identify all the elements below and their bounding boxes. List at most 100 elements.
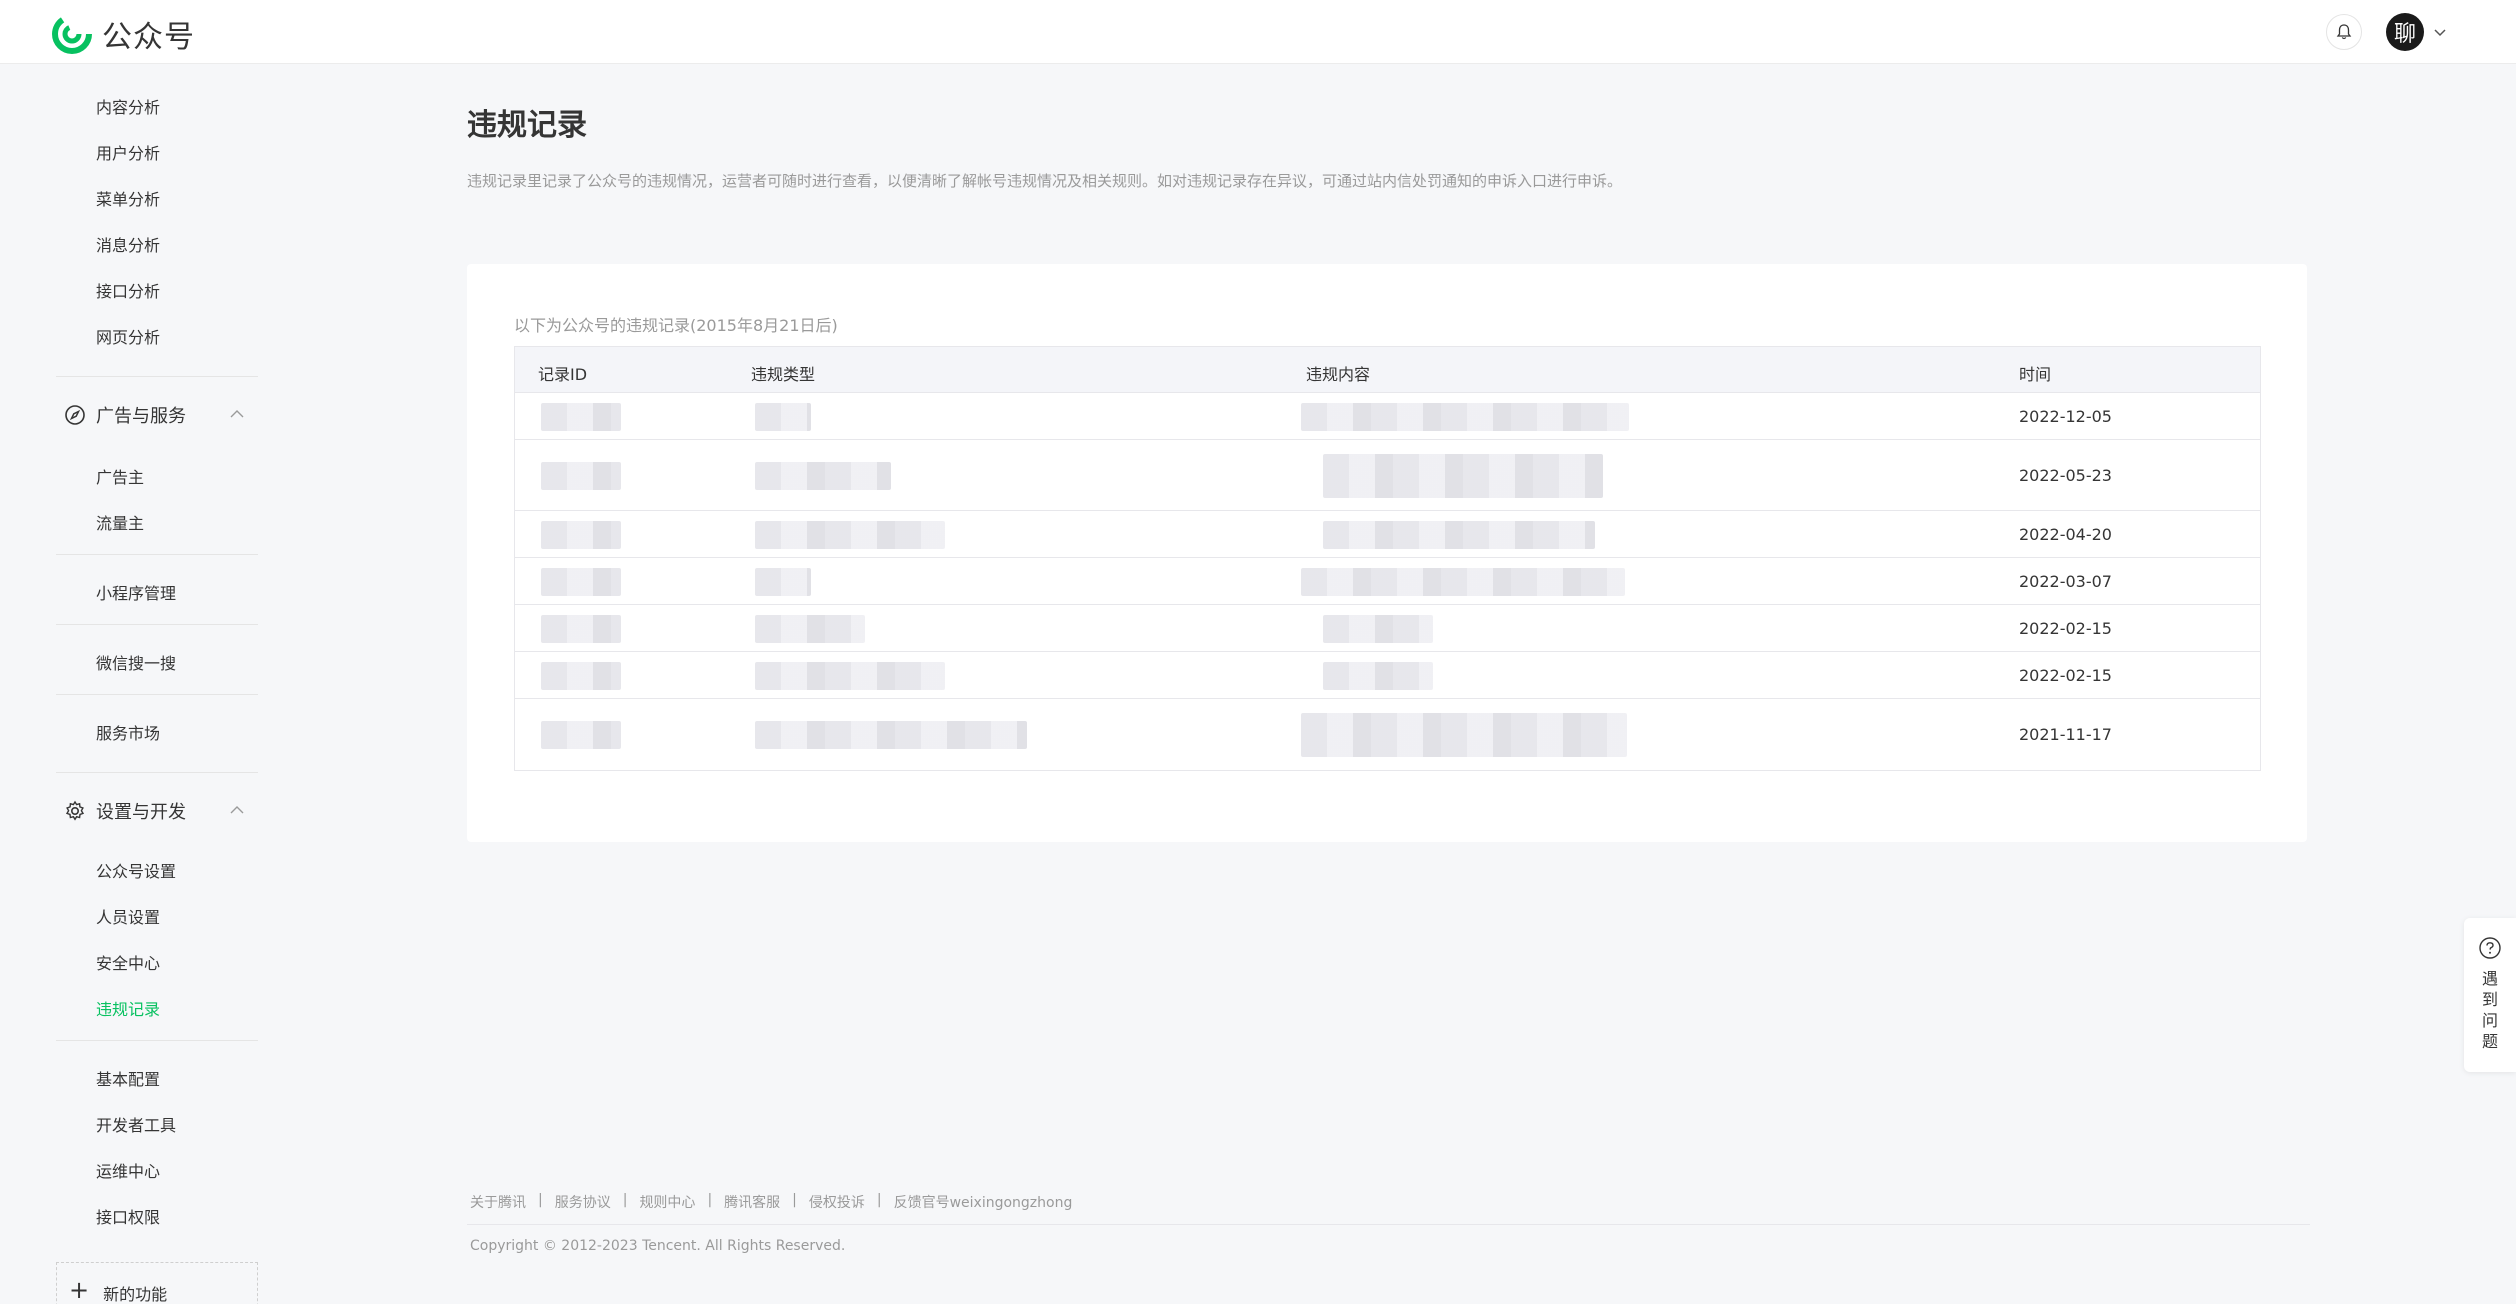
- table-row: 2022-02-15: [515, 605, 2260, 652]
- redacted-violation-type: [755, 567, 811, 596]
- sidebar-item-api-permissions[interactable]: 接口权限: [96, 1204, 160, 1228]
- sidebar-item-service-market[interactable]: 服务市场: [96, 720, 160, 744]
- new-feature-button[interactable]: + 新的功能: [56, 1262, 258, 1304]
- redacted-record-id: [541, 567, 621, 596]
- sidebar-item-menu-analysis[interactable]: 菜单分析: [96, 186, 160, 210]
- sidebar-divider: [56, 624, 258, 625]
- avatar[interactable]: 聊: [2386, 13, 2424, 51]
- redacted-violation-content: [1323, 520, 1595, 549]
- sidebar-item-account-settings[interactable]: 公众号设置: [96, 858, 176, 882]
- sidebar-item-ops-center[interactable]: 运维中心: [96, 1158, 160, 1182]
- sidebar-item-webpage-analysis[interactable]: 网页分析: [96, 324, 160, 348]
- footer-link-infringement[interactable]: 侵权投诉: [809, 1192, 865, 1212]
- table-header: 记录ID 违规类型 违规内容 时间: [515, 347, 2260, 393]
- table-row: 2022-03-07: [515, 558, 2260, 605]
- record-time: 2022-04-20: [2019, 524, 2112, 544]
- sidebar-item-miniprogram[interactable]: 小程序管理: [96, 580, 176, 604]
- table-body: 2022-12-05 2022-05-23 2022-04-20 2022-03-07…: [515, 393, 2260, 770]
- table-row: 2022-12-05: [515, 393, 2260, 440]
- gear-icon: [65, 800, 85, 821]
- footer-link-support[interactable]: 腾讯客服: [724, 1192, 780, 1212]
- page-title: 违规记录: [467, 108, 587, 143]
- redacted-violation-content: [1301, 402, 1629, 431]
- sidebar-item-content-analysis[interactable]: 内容分析: [96, 94, 160, 118]
- sidebar-group-ads-label: 广告与服务: [96, 406, 186, 427]
- column-header-id: 记录ID: [538, 365, 588, 384]
- sidebar-item-api-analysis[interactable]: 接口分析: [96, 278, 160, 302]
- sidebar-divider: [56, 1040, 258, 1041]
- sidebar-divider: [56, 772, 258, 773]
- footer-link-rules[interactable]: 规则中心: [639, 1192, 695, 1212]
- redacted-record-id: [541, 461, 621, 490]
- record-time: 2022-12-05: [2019, 406, 2112, 426]
- chevron-down-icon[interactable]: [2432, 24, 2448, 40]
- redacted-violation-type: [755, 614, 865, 643]
- top-bar: 公众号 聊: [0, 0, 2516, 64]
- footer-link-terms[interactable]: 服务协议: [555, 1192, 611, 1212]
- sidebar-group-ads[interactable]: 广告与服务: [64, 402, 186, 428]
- column-header-type: 违规类型: [751, 365, 816, 384]
- question-circle-icon: [2479, 937, 2501, 959]
- sidebar-item-member-settings[interactable]: 人员设置: [96, 904, 160, 928]
- notification-button[interactable]: [2326, 14, 2362, 50]
- redacted-violation-content: [1301, 712, 1627, 757]
- sidebar-divider: [56, 694, 258, 695]
- sidebar-item-advertiser[interactable]: 广告主: [96, 464, 144, 488]
- logo-text: 公众号: [102, 20, 195, 55]
- redacted-violation-content: [1323, 661, 1433, 690]
- help-label: 遇到问题: [2481, 969, 2498, 1051]
- compass-icon: [65, 405, 85, 425]
- record-time: 2022-05-23: [2019, 465, 2112, 485]
- record-time: 2022-02-15: [2019, 618, 2112, 638]
- chevron-up-icon[interactable]: [228, 804, 246, 816]
- redacted-violation-type: [755, 661, 945, 690]
- records-caption: 以下为公众号的违规记录(2015年8月21日后): [514, 316, 838, 335]
- record-time: 2022-03-07: [2019, 571, 2112, 591]
- redacted-violation-type: [755, 402, 811, 431]
- page-description: 违规记录里记录了公众号的违规情况，运营者可随时进行查看，以便清晰了解帐号违规情况…: [467, 172, 1623, 190]
- sidebar-item-dev-tools[interactable]: 开发者工具: [96, 1112, 176, 1136]
- redacted-record-id: [541, 402, 621, 431]
- redacted-record-id: [541, 661, 621, 690]
- redacted-record-id: [541, 720, 621, 749]
- copyright: Copyright © 2012-2023 Tencent. All Right…: [470, 1238, 846, 1254]
- column-header-content: 违规内容: [1306, 365, 1371, 384]
- sidebar-item-publisher[interactable]: 流量主: [96, 510, 144, 534]
- violation-table: 记录ID 违规类型 违规内容 时间 2022-12-05 2022-05-23 20…: [514, 346, 2261, 771]
- redacted-violation-content: [1323, 453, 1603, 498]
- table-row: 2021-11-17: [515, 699, 2260, 770]
- sidebar-group-settings[interactable]: 设置与开发: [64, 798, 186, 824]
- sidebar: 内容分析 用户分析 菜单分析 消息分析 接口分析 网页分析 广告与服务 广告主 …: [0, 64, 300, 1304]
- redacted-violation-type: [755, 461, 891, 490]
- logo[interactable]: 公众号: [52, 12, 195, 56]
- new-feature-label: 新的功能: [103, 1285, 168, 1304]
- sidebar-item-user-analysis[interactable]: 用户分析: [96, 140, 160, 164]
- table-row: 2022-04-20: [515, 511, 2260, 558]
- help-button[interactable]: 遇到问题: [2464, 918, 2516, 1072]
- redacted-violation-type: [755, 720, 1027, 749]
- sidebar-item-violation-records[interactable]: 违规记录: [96, 996, 160, 1020]
- table-row: 2022-05-23: [515, 440, 2260, 511]
- sidebar-item-search[interactable]: 微信搜一搜: [96, 650, 176, 674]
- redacted-violation-content: [1323, 614, 1433, 643]
- sidebar-item-basic-config[interactable]: 基本配置: [96, 1066, 160, 1090]
- footer-divider: [467, 1224, 2310, 1225]
- wechat-official-account-logo-icon: [52, 14, 92, 54]
- footer-link-feedback[interactable]: 反馈官号weixingongzhong: [894, 1192, 1073, 1212]
- table-row: 2022-02-15: [515, 652, 2260, 699]
- record-time: 2022-02-15: [2019, 665, 2112, 685]
- redacted-record-id: [541, 614, 621, 643]
- chevron-up-icon[interactable]: [228, 408, 246, 420]
- redacted-violation-type: [755, 520, 945, 549]
- records-card: 以下为公众号的违规记录(2015年8月21日后) 记录ID 违规类型 违规内容 …: [467, 264, 2307, 842]
- sidebar-divider: [56, 554, 258, 555]
- bell-icon: [2336, 24, 2352, 40]
- sidebar-item-message-analysis[interactable]: 消息分析: [96, 232, 160, 256]
- sidebar-item-security-center[interactable]: 安全中心: [96, 950, 160, 974]
- column-header-time: 时间: [2019, 365, 2052, 384]
- record-time: 2021-11-17: [2019, 724, 2112, 744]
- redacted-violation-content: [1301, 567, 1625, 596]
- footer-links: 关于腾讯 | 服务协议 | 规则中心 | 腾讯客服 | 侵权投诉 | 反馈官号weixin…: [470, 1192, 1073, 1212]
- redacted-record-id: [541, 520, 621, 549]
- footer-link-about[interactable]: 关于腾讯: [470, 1192, 526, 1212]
